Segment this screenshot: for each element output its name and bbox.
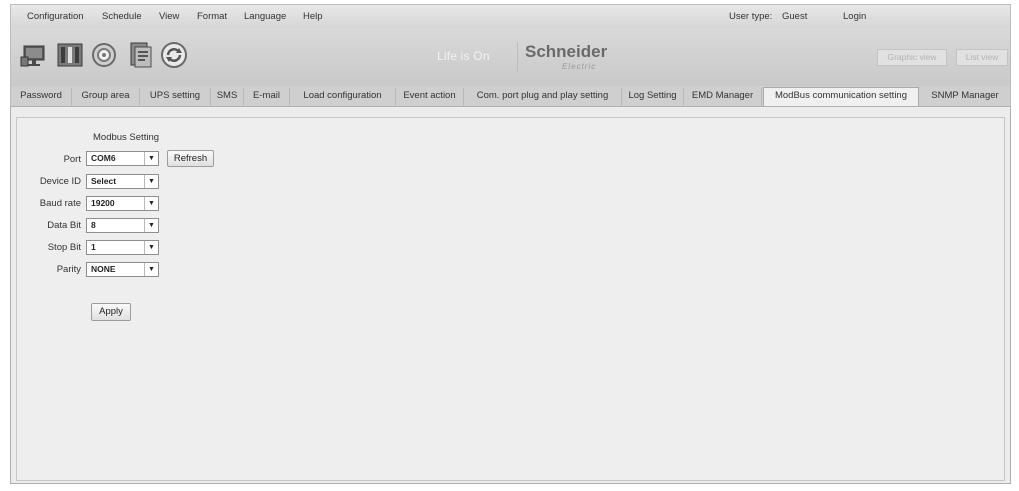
- tab-log-setting[interactable]: Log Setting: [622, 88, 684, 106]
- refresh-icon[interactable]: [159, 40, 189, 70]
- parity-label: Parity: [56, 264, 81, 275]
- tab-password[interactable]: Password: [11, 88, 72, 106]
- data-bit-label: Data Bit: [47, 220, 81, 231]
- parity-select[interactable]: NONE ▼: [86, 262, 159, 277]
- modbus-setting-panel: Modbus Setting Port COM6 ▼ Refresh Devic…: [16, 117, 1005, 481]
- chevron-down-icon: ▼: [144, 241, 158, 254]
- menu-schedule[interactable]: Schedule: [102, 11, 142, 22]
- brand-tagline: Life is On: [437, 49, 490, 63]
- user-type-label: User type:: [729, 11, 773, 22]
- login-link[interactable]: Login: [843, 11, 866, 22]
- data-bit-select[interactable]: 8 ▼: [86, 218, 159, 233]
- content-area: Modbus Setting Port COM6 ▼ Refresh Devic…: [10, 106, 1011, 484]
- port-value: COM6: [91, 153, 116, 163]
- baud-rate-label: Baud rate: [39, 198, 81, 209]
- menu-language[interactable]: Language: [244, 11, 286, 22]
- tab-load-configuration[interactable]: Load configuration: [290, 88, 396, 106]
- baud-rate-value: 19200: [91, 198, 115, 208]
- user-type-value: Guest: [782, 11, 808, 22]
- port-select[interactable]: COM6 ▼: [86, 151, 159, 166]
- gear-icon[interactable]: [89, 40, 119, 70]
- document-icon[interactable]: [125, 40, 155, 70]
- device-id-select[interactable]: Select ▼: [86, 174, 159, 189]
- menu-view[interactable]: View: [159, 11, 179, 22]
- tab-group-area[interactable]: Group area: [72, 88, 140, 106]
- port-label: Port: [63, 154, 81, 165]
- data-bit-value: 8: [91, 220, 96, 230]
- chevron-down-icon: ▼: [144, 263, 158, 276]
- stop-bit-select[interactable]: 1 ▼: [86, 240, 159, 255]
- menu-help[interactable]: Help: [303, 11, 323, 22]
- refresh-button[interactable]: Refresh: [167, 150, 214, 167]
- device-id-value: Select: [91, 176, 117, 186]
- parity-value: NONE: [91, 264, 116, 274]
- toolbar: Life is On Schneider Electric Graphic vi…: [10, 28, 1011, 86]
- menu-configuration[interactable]: Configuration: [27, 11, 84, 22]
- apply-button[interactable]: Apply: [91, 303, 131, 321]
- menu-bar: Configuration Schedule View Format Langu…: [10, 4, 1011, 28]
- tab-modbus-communication-setting[interactable]: ModBus communication setting: [763, 87, 919, 108]
- brand-logo: Schneider: [525, 42, 608, 61]
- chevron-down-icon: ▼: [144, 197, 158, 210]
- section-title: Modbus Setting: [93, 132, 160, 143]
- monitor-icon[interactable]: [19, 40, 49, 70]
- tab-sms[interactable]: SMS: [211, 88, 244, 106]
- chevron-down-icon: ▼: [144, 219, 158, 232]
- chevron-down-icon: ▼: [144, 152, 158, 165]
- tab-ups-setting[interactable]: UPS setting: [140, 88, 211, 106]
- menu-format[interactable]: Format: [197, 11, 227, 22]
- tab-email[interactable]: E-mail: [244, 88, 290, 106]
- tab-bar: Password Group area UPS setting SMS E-ma…: [10, 86, 1011, 108]
- graphic-view-button[interactable]: Graphic view: [877, 49, 947, 66]
- tab-com-port-plug-and-play[interactable]: Com. port plug and play setting: [464, 88, 622, 106]
- stop-bit-label: Stop Bit: [47, 242, 81, 253]
- tab-emd-manager[interactable]: EMD Manager: [684, 88, 762, 106]
- list-view-button[interactable]: List view: [956, 49, 1008, 66]
- chevron-down-icon: ▼: [144, 175, 158, 188]
- brand-sub: Electric: [562, 62, 597, 71]
- device-id-label: Device ID: [39, 176, 81, 187]
- stop-bit-value: 1: [91, 242, 96, 252]
- baud-rate-select[interactable]: 19200 ▼: [86, 196, 159, 211]
- tab-snmp-manager[interactable]: SNMP Manager: [920, 88, 1010, 106]
- tools-icon[interactable]: [55, 40, 85, 70]
- tab-event-action[interactable]: Event action: [396, 88, 464, 106]
- brand-divider: [517, 42, 518, 72]
